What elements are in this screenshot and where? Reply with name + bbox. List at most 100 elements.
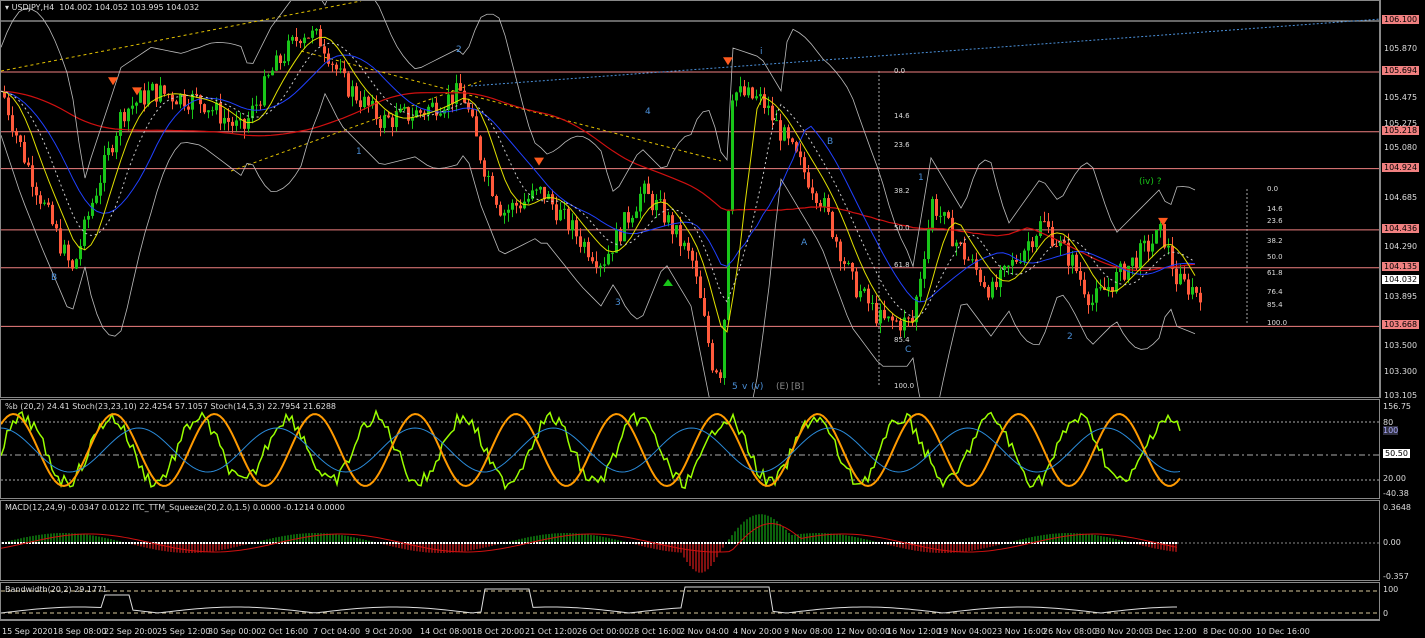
candle bbox=[87, 215, 90, 220]
squeeze-dot bbox=[35, 542, 37, 544]
candle bbox=[1027, 241, 1030, 251]
price-axis: 105.870 105.475 105.275 105.080 104.685 104.2… bbox=[1380, 0, 1425, 400]
candle bbox=[31, 165, 34, 187]
tick: 156.75 bbox=[1383, 402, 1411, 411]
fib-level-label: 38.2 bbox=[1267, 237, 1283, 245]
squeeze-dot bbox=[689, 542, 691, 544]
squeeze-dot bbox=[818, 542, 820, 544]
squeeze-dot bbox=[425, 542, 427, 544]
price-tick: 103.300 bbox=[1384, 366, 1418, 376]
squeeze-dot bbox=[482, 542, 484, 544]
candle bbox=[35, 186, 38, 196]
candle bbox=[699, 276, 702, 298]
candle bbox=[1095, 288, 1098, 303]
candle bbox=[603, 264, 606, 266]
squeeze-dot bbox=[80, 542, 82, 544]
squeeze-dot bbox=[239, 542, 241, 544]
squeeze-dot bbox=[1076, 542, 1078, 544]
squeeze-dot bbox=[503, 542, 505, 544]
tick: 20.00 bbox=[1383, 474, 1406, 483]
squeeze-dot bbox=[995, 542, 997, 544]
squeeze-dot bbox=[248, 542, 250, 544]
fib-level-label: 100.0 bbox=[1267, 319, 1288, 327]
squeeze-dot bbox=[458, 542, 460, 544]
squeeze-dot bbox=[923, 542, 925, 544]
squeeze-dot bbox=[200, 542, 202, 544]
fib-level-label: 85.4 bbox=[894, 336, 910, 344]
macd-panel[interactable]: MACD(12,24,9) -0.0347 0.0122 ITC_TTM_Squ… bbox=[0, 500, 1380, 581]
squeeze-dot bbox=[113, 542, 115, 544]
squeeze-dot bbox=[116, 542, 118, 544]
stochastic-panel[interactable]: %b (20,2) 24.41 Stoch(23,23,10) 22.4254 … bbox=[0, 399, 1380, 499]
squeeze-dot bbox=[860, 542, 862, 544]
squeeze-dot bbox=[1010, 542, 1012, 544]
candle bbox=[395, 112, 398, 128]
candle bbox=[695, 260, 698, 277]
squeeze-dot bbox=[776, 542, 778, 544]
candle bbox=[327, 53, 330, 64]
squeeze-dot bbox=[410, 542, 412, 544]
time-tick: 19 Nov 04:00 bbox=[938, 627, 992, 636]
squeeze-dot bbox=[500, 542, 502, 544]
candle bbox=[1015, 259, 1018, 262]
squeeze-dot bbox=[1106, 542, 1108, 544]
candle bbox=[439, 113, 442, 116]
squeeze-dot bbox=[260, 542, 262, 544]
squeeze-dot bbox=[215, 542, 217, 544]
candle bbox=[543, 186, 546, 200]
squeeze-dot bbox=[557, 542, 559, 544]
squeeze-dot bbox=[1067, 542, 1069, 544]
squeeze-dot bbox=[125, 542, 127, 544]
candle bbox=[251, 105, 254, 119]
bandwidth-axis: 100 0 bbox=[1380, 582, 1425, 620]
squeeze-dot bbox=[641, 542, 643, 544]
candle bbox=[107, 147, 110, 156]
candle bbox=[331, 63, 334, 65]
squeeze-dot bbox=[437, 542, 439, 544]
candle bbox=[131, 105, 134, 109]
fib-level-label: 61.8 bbox=[894, 261, 910, 269]
squeeze-dot bbox=[944, 542, 946, 544]
candle bbox=[823, 198, 826, 208]
squeeze-dot bbox=[722, 542, 724, 544]
squeeze-dot bbox=[1145, 542, 1147, 544]
candle bbox=[95, 195, 98, 203]
candle bbox=[1079, 271, 1082, 280]
squeeze-dot bbox=[377, 542, 379, 544]
squeeze-dot bbox=[509, 542, 511, 544]
squeeze-dot bbox=[590, 542, 592, 544]
candle bbox=[847, 262, 850, 264]
squeeze-dot bbox=[950, 542, 952, 544]
squeeze-dot bbox=[725, 542, 727, 544]
squeeze-dot bbox=[53, 542, 55, 544]
candle bbox=[383, 115, 386, 128]
bandwidth-label: Bandwidth(20,2) 29.1771 bbox=[5, 585, 108, 594]
candle bbox=[183, 94, 186, 107]
candle bbox=[971, 259, 974, 261]
candle bbox=[175, 101, 178, 105]
squeeze-dot bbox=[596, 542, 598, 544]
squeeze-dot bbox=[806, 542, 808, 544]
squeeze-dot bbox=[587, 542, 589, 544]
candle bbox=[63, 244, 66, 254]
candle bbox=[591, 257, 594, 262]
candle bbox=[471, 109, 474, 117]
squeeze-dot bbox=[572, 542, 574, 544]
candle bbox=[431, 102, 434, 107]
price-chart[interactable]: ▾ USDJPY,H4 104.002 104.052 103.995 104.… bbox=[0, 0, 1380, 398]
candle bbox=[1099, 287, 1102, 289]
candle bbox=[1191, 287, 1194, 295]
squeeze-dot bbox=[575, 542, 577, 544]
candle bbox=[1139, 243, 1142, 269]
price-tick: 104.290 bbox=[1384, 242, 1418, 252]
candle bbox=[1035, 235, 1038, 248]
bandwidth-panel[interactable]: Bandwidth(20,2) 29.1771 bbox=[0, 582, 1380, 620]
squeeze-dot bbox=[785, 542, 787, 544]
squeeze-dot bbox=[467, 542, 469, 544]
squeeze-dot bbox=[536, 542, 538, 544]
candle bbox=[271, 70, 274, 76]
wave-label: 4 bbox=[645, 107, 651, 117]
candle bbox=[903, 317, 906, 331]
candle bbox=[779, 120, 782, 141]
squeeze-dot bbox=[857, 542, 859, 544]
